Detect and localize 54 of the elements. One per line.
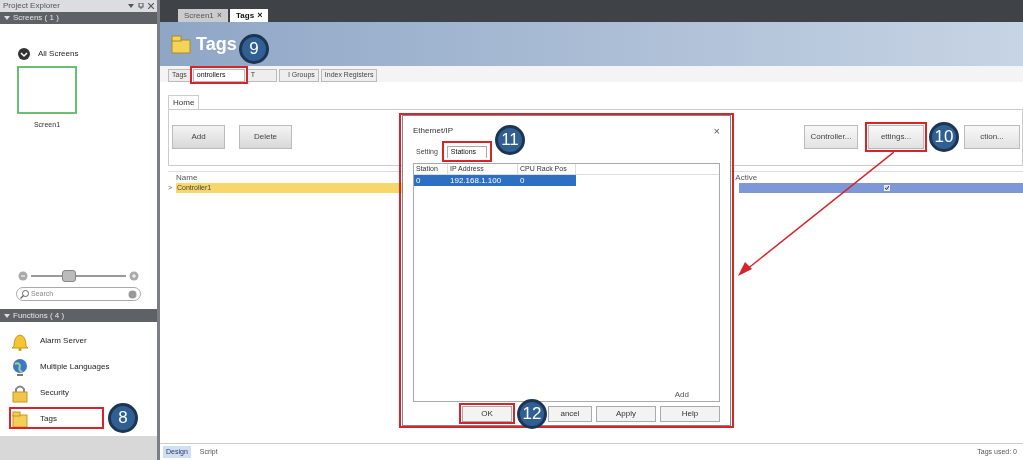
function-item[interactable]: Alarm Server bbox=[40, 335, 87, 347]
highlight-box bbox=[442, 141, 492, 162]
ribbon-button[interactable]: ction... bbox=[964, 125, 1020, 149]
search-icon bbox=[20, 289, 29, 299]
page-title: Tags bbox=[196, 32, 237, 56]
dropdown-icon bbox=[128, 3, 134, 9]
close-button[interactable]: × bbox=[257, 8, 263, 23]
list-row[interactable]: 0 192.168.1.100 0 bbox=[414, 175, 576, 186]
collapse-icon bbox=[4, 312, 10, 319]
dialog-button[interactable]: Help bbox=[660, 406, 720, 422]
ribbon-tab[interactable]: Home bbox=[168, 95, 200, 109]
close-icon bbox=[148, 3, 154, 9]
function-item[interactable]: Multiple Languages bbox=[40, 361, 110, 373]
checkbox[interactable] bbox=[884, 185, 890, 191]
section-header[interactable]: Functions ( 4 ) bbox=[0, 309, 157, 322]
section-title: Screens ( 1 ) bbox=[13, 12, 59, 24]
section-header[interactable]: Screens ( 1 ) bbox=[0, 12, 157, 24]
clear-icon bbox=[128, 289, 137, 299]
folder-icon bbox=[10, 409, 30, 429]
ribbon-button[interactable]: Delete bbox=[239, 125, 292, 149]
dialog-title: Ethernet/IP bbox=[413, 125, 454, 137]
dialog-button[interactable]: ancel bbox=[548, 406, 592, 422]
panel-title: Project Explorer bbox=[3, 0, 60, 12]
close-button[interactable]: × bbox=[713, 125, 720, 137]
lock-icon bbox=[10, 383, 30, 403]
globe-icon bbox=[10, 357, 30, 377]
close-button[interactable]: × bbox=[216, 8, 223, 23]
function-item[interactable]: Security bbox=[40, 387, 69, 399]
highlight-box bbox=[190, 66, 248, 84]
ribbon-button[interactable]: Add bbox=[172, 125, 225, 149]
highlight-box bbox=[459, 403, 515, 424]
ribbon-button[interactable]: ettings... bbox=[868, 125, 924, 149]
list-button[interactable]: Add bbox=[674, 389, 689, 401]
document-tab[interactable]: Tags × bbox=[230, 9, 269, 22]
zoom-in-icon bbox=[129, 271, 139, 281]
expand-icon bbox=[18, 48, 30, 60]
column-header: Name bbox=[176, 171, 198, 184]
document-tab[interactable]: Screen1 × bbox=[178, 9, 229, 22]
highlight-box bbox=[865, 122, 927, 152]
function-item[interactable]: Tags bbox=[40, 413, 57, 425]
bell-icon bbox=[10, 331, 30, 351]
collapse-icon bbox=[4, 15, 10, 21]
slider-thumb[interactable] bbox=[62, 270, 76, 282]
zoom-out-icon bbox=[18, 271, 28, 281]
screen-thumbnail[interactable] bbox=[17, 66, 77, 114]
section-title: Functions ( 4 ) bbox=[13, 309, 65, 322]
all-screens-label[interactable]: All Screens bbox=[38, 48, 79, 60]
ribbon-button[interactable]: Controller... bbox=[804, 125, 858, 149]
dialog-button[interactable]: Apply bbox=[596, 406, 656, 422]
check-icon bbox=[885, 186, 889, 190]
dialog-button[interactable]: OK bbox=[462, 406, 512, 422]
folder-icon bbox=[170, 34, 192, 54]
pin-icon bbox=[138, 3, 144, 9]
column-header: Active bbox=[735, 171, 758, 184]
